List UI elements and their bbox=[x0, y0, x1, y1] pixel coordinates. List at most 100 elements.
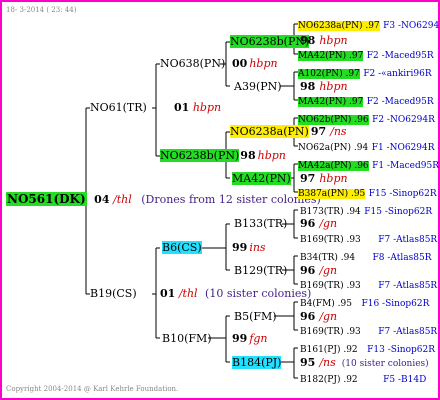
node-source: F7 -Atlas85R bbox=[378, 235, 438, 245]
node-g3-5-info: 96/gn bbox=[300, 264, 337, 277]
node-source: F13 -Sinop62R bbox=[367, 345, 436, 355]
node-source: F2 -«ankiri96R bbox=[363, 69, 432, 79]
node-queen: hbpn bbox=[192, 101, 222, 114]
node-queen: /thl bbox=[178, 287, 198, 300]
node-g1-1-info: 01 /thl (10 sister colonies) bbox=[160, 287, 311, 300]
node-id: B173(TR) .94 bbox=[300, 207, 361, 217]
node-year: 98 bbox=[300, 34, 316, 47]
node-id: B169(TR) .93 bbox=[300, 281, 361, 291]
node-id: B6(CS) bbox=[162, 241, 202, 254]
node-id: B34(TR) .94 bbox=[300, 253, 356, 263]
node-year: 00 bbox=[232, 57, 248, 70]
node-g1-0-info: 01 hbpn bbox=[174, 101, 221, 114]
node-g2-0-info: 00 hbpn bbox=[232, 57, 278, 70]
node-g4-14[interactable]: B4(FM) .95 F16 -Sinop62R bbox=[300, 296, 429, 311]
node-g4-4[interactable]: 98 hbpn bbox=[300, 80, 348, 93]
node-g2-2[interactable]: B6(CS) bbox=[162, 241, 202, 254]
node-source: F2 -Maced95R bbox=[366, 97, 434, 107]
node-g4-12[interactable]: B34(TR) .94 F8 -Atlas85R bbox=[300, 250, 431, 265]
node-g4-3[interactable]: A102(PN) .97 F2 -«ankiri96R bbox=[298, 66, 432, 81]
node-id: B133(TR) bbox=[234, 217, 288, 230]
node-g4-10[interactable]: B173(TR) .94 F15 -Sinop62R bbox=[300, 204, 432, 219]
node-queen: hbpn bbox=[319, 172, 348, 185]
node-id: B182(PJ) .92 bbox=[300, 375, 358, 385]
node-source: F1 -Maced95R bbox=[372, 161, 439, 171]
node-id: A39(PN) bbox=[234, 80, 282, 93]
node-g2-2-info: 99 ins bbox=[232, 241, 266, 254]
node-queen: /ns bbox=[319, 356, 336, 369]
node-id: B10(FM) bbox=[162, 332, 212, 345]
node-g4-2[interactable]: MA42(PN) .97 F2 -Maced95R bbox=[298, 48, 434, 63]
node-note: (10 sister colonies) bbox=[205, 287, 312, 300]
node-id: MA42(PN) .97 bbox=[298, 51, 364, 61]
node-g4-16[interactable]: B161(PJ) .92 F13 -Sinop62R bbox=[300, 342, 435, 357]
node-id: A102(PN) .97 bbox=[298, 69, 360, 79]
node-g4-15[interactable]: B169(TR) .93 F7 -Atlas85R bbox=[300, 324, 437, 339]
node-id: B4(FM) .95 bbox=[300, 299, 352, 309]
node-g3-3-info: 97 hbpn bbox=[300, 172, 348, 185]
node-id: B169(TR) .93 bbox=[300, 235, 361, 245]
node-queen: hbpn bbox=[319, 80, 348, 93]
node-queen: hbpn bbox=[249, 57, 278, 70]
node-g4-9[interactable]: B387a(PN) .95 F15 -Sinop62R bbox=[298, 186, 437, 201]
node-g4-11[interactable]: B169(TR) .93 F7 -Atlas85R bbox=[300, 232, 437, 247]
node-g2-1[interactable]: NO6238b(PN)98 hbpn bbox=[160, 149, 286, 162]
node-id: NO638(PN) bbox=[160, 57, 226, 70]
node-year: 98 bbox=[240, 149, 256, 162]
node-g3-5[interactable]: B129(TR) bbox=[234, 264, 287, 277]
node-id: NO6238a(PN) bbox=[230, 125, 309, 138]
node-note: (10 sister colonies) bbox=[341, 359, 429, 369]
node-g4-0[interactable]: NO6238a(PN) .97 F3 -NO6294R bbox=[298, 18, 440, 33]
node-source: F15 -Sinop62R bbox=[364, 207, 433, 217]
node-g3-6-info: 96/gn bbox=[300, 310, 337, 323]
node-id: B387a(PN) .95 bbox=[298, 189, 366, 199]
node-g1-0[interactable]: NO61(TR) bbox=[90, 101, 147, 114]
node-queen: hbpn bbox=[257, 149, 286, 162]
node-source: F3 -NO6294R bbox=[383, 21, 440, 31]
node-g3-1[interactable]: A39(PN) bbox=[234, 80, 282, 93]
node-year: 01 bbox=[174, 101, 190, 114]
node-queen: /gn bbox=[319, 310, 338, 323]
node-g4-17[interactable]: B182(PJ) .92 F5 -B14D bbox=[300, 372, 426, 387]
root-node[interactable]: NO561(DK) 04 /thl (Drones from 12 sister… bbox=[6, 192, 321, 206]
node-g2-0[interactable]: NO638(PN) bbox=[160, 57, 225, 70]
node-id: NO61(TR) bbox=[90, 101, 147, 114]
node-g3-0[interactable]: NO6238b(PN) bbox=[230, 35, 310, 48]
node-source: F8 -Atlas85R bbox=[372, 253, 432, 263]
root-id: NO561(DK) bbox=[6, 192, 87, 206]
node-id: B169(TR) .93 bbox=[300, 327, 361, 337]
node-id: B161(PJ) .92 bbox=[300, 345, 358, 355]
node-g2-3[interactable]: B10(FM) bbox=[162, 332, 212, 345]
node-id: NO6238b(PN) bbox=[160, 149, 240, 162]
node-source: F7 -Atlas85R bbox=[378, 327, 438, 337]
node-g2-3-info: 99 fgn bbox=[232, 332, 268, 345]
node-g3-3[interactable]: MA42(PN) bbox=[232, 172, 291, 185]
node-year: 97 bbox=[300, 172, 316, 185]
node-id: NO62a(PN) .94 bbox=[298, 143, 369, 153]
node-g3-4[interactable]: B133(TR) bbox=[234, 217, 287, 230]
node-id: B129(TR) bbox=[234, 264, 288, 277]
root-note: (Drones from 12 sister colonies) bbox=[141, 193, 321, 206]
node-g3-6[interactable]: B5(FM) bbox=[234, 310, 277, 323]
node-year: 99 bbox=[232, 332, 248, 345]
node-g4-5[interactable]: MA42(PN) .97 F2 -Maced95R bbox=[298, 94, 434, 109]
node-g4-6[interactable]: NO62b(PN) .96 F2 -NO6294R bbox=[298, 112, 435, 127]
copyright-footer: Copyright 2004-2014 @ Karl Kehrle Founda… bbox=[6, 385, 179, 393]
node-source: F16 -Sinop62R bbox=[361, 299, 430, 309]
root-year: 04 bbox=[94, 193, 110, 206]
node-id: B19(CS) bbox=[90, 287, 137, 300]
node-source: F2 -NO6294R bbox=[372, 115, 435, 125]
node-g4-1[interactable]: 98 hbpn bbox=[300, 34, 348, 47]
node-id: MA42a(PN) .96 bbox=[298, 161, 369, 171]
node-id: NO6238b(PN) bbox=[230, 35, 310, 48]
node-source: F2 -Maced95R bbox=[366, 51, 434, 61]
node-id: MA42(PN) .97 bbox=[298, 97, 364, 107]
node-g4-13[interactable]: B169(TR) .93 F7 -Atlas85R bbox=[300, 278, 437, 293]
node-g4-7[interactable]: NO62a(PN) .94 F1 -NO6294R bbox=[298, 140, 435, 155]
node-g1-1[interactable]: B19(CS) bbox=[90, 287, 137, 300]
node-id: B184(PJ) bbox=[232, 356, 282, 369]
node-g4-8[interactable]: MA42a(PN) .96 F1 -Maced95R bbox=[298, 158, 439, 173]
node-g3-7[interactable]: B184(PJ) bbox=[232, 356, 282, 369]
node-source: F15 -Sinop62R bbox=[368, 189, 437, 199]
node-year: 98 bbox=[300, 80, 316, 93]
